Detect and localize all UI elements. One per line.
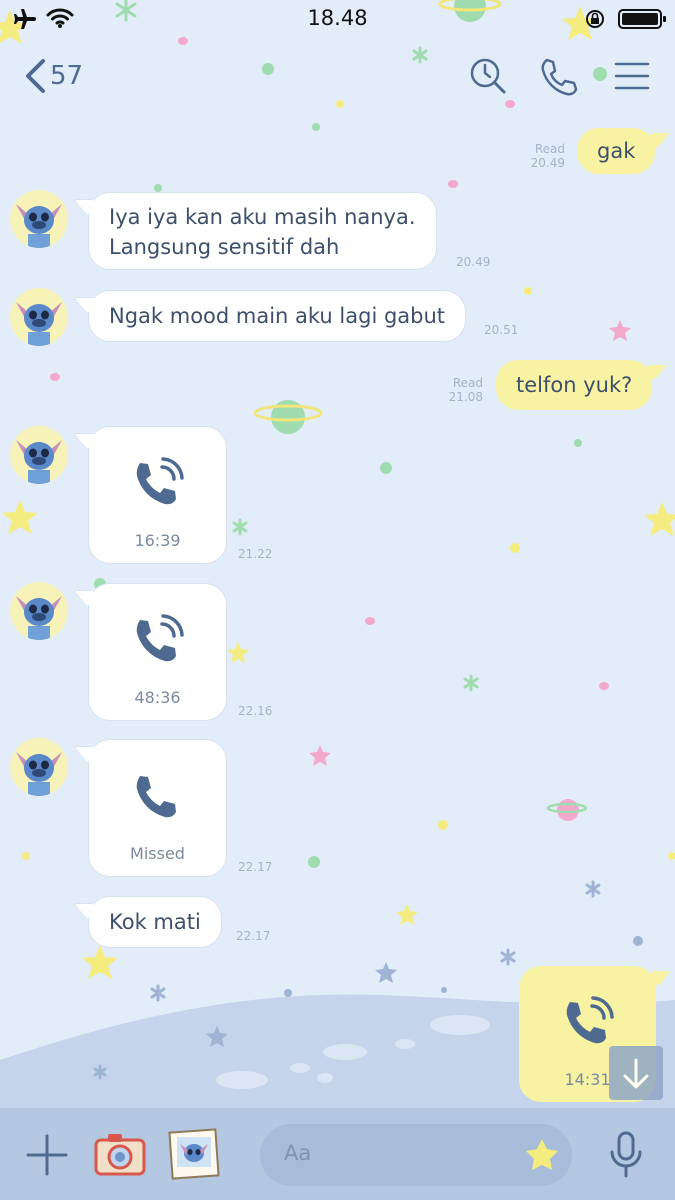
read-receipt: Read — [534, 142, 565, 156]
chat-header: 57 — [0, 40, 675, 110]
phone-missed-icon — [136, 776, 176, 818]
arrow-down-icon — [623, 1058, 649, 1089]
clock-search-icon[interactable] — [468, 56, 508, 96]
message-time: 22.17 — [236, 929, 271, 943]
call-duration: 16:39 — [134, 531, 181, 550]
star-icon[interactable] — [524, 1137, 560, 1173]
rotation-lock-icon — [586, 10, 604, 28]
message-time: 21.22 — [238, 547, 273, 561]
phone-call-icon — [566, 996, 614, 1044]
incoming-message-bubble[interactable]: Ngak mood main aku lagi gabut — [88, 290, 467, 342]
contact-avatar[interactable] — [10, 288, 68, 346]
message-text: Ngak mood main aku lagi gabut — [109, 304, 446, 328]
message-time: 20.49 — [456, 255, 491, 269]
incoming-message-bubble[interactable]: Kok mati — [88, 896, 222, 948]
battery-icon — [618, 9, 666, 29]
message-text: Langsung sensitif dah — [109, 235, 340, 259]
message-text: gak — [597, 139, 636, 163]
unread-count: 57 — [50, 61, 84, 91]
message-text: Iya iya kan aku masih nanya. — [109, 205, 416, 229]
phone-call-icon — [136, 457, 184, 505]
stitch-avatar-icon — [16, 752, 62, 796]
message-time: 20.51 — [484, 323, 519, 337]
call-status: Missed — [130, 844, 185, 863]
photo-icon[interactable] — [168, 1128, 220, 1180]
camera-icon[interactable] — [94, 1132, 146, 1178]
message-text: telfon yuk? — [516, 373, 633, 397]
message-meta: Read 20.49 — [505, 142, 565, 170]
message-input-placeholder: Aa — [284, 1141, 312, 1165]
composer-bar: Aa — [0, 1108, 675, 1200]
stitch-avatar-icon — [16, 302, 62, 346]
scroll-to-bottom-button[interactable] — [609, 1046, 663, 1100]
back-chevron-icon — [26, 59, 45, 93]
message-time: 22.16 — [238, 704, 273, 718]
incoming-message-bubble[interactable]: Iya iya kan aku masih nanya. Langsung se… — [88, 192, 437, 270]
call-message-card[interactable]: 16:39 — [88, 426, 227, 564]
message-meta: Read 21.08 — [428, 376, 483, 404]
message-time: 20.49 — [530, 156, 565, 170]
call-message-card[interactable]: 48:36 — [88, 583, 227, 721]
stitch-avatar-icon — [16, 440, 62, 484]
contact-avatar[interactable] — [10, 426, 68, 484]
contact-avatar[interactable] — [10, 190, 68, 248]
call-message-card[interactable]: Missed — [88, 739, 227, 877]
stitch-avatar-icon — [16, 204, 62, 248]
outgoing-message-bubble[interactable]: gak — [577, 128, 656, 174]
status-time: 18.48 — [307, 6, 368, 30]
planet-decoration — [253, 0, 588, 821]
message-text: Kok mati — [109, 910, 201, 934]
phone-icon[interactable] — [538, 56, 578, 96]
message-time: 22.17 — [238, 860, 273, 874]
status-bar: 18.48 — [0, 0, 675, 40]
message-input[interactable]: Aa — [260, 1124, 572, 1186]
message-time: 21.08 — [448, 390, 483, 404]
stitch-avatar-icon — [16, 596, 62, 640]
call-duration: 48:36 — [134, 688, 181, 707]
menu-icon[interactable] — [612, 56, 652, 96]
back-button[interactable]: 57 — [24, 58, 83, 94]
contact-avatar[interactable] — [10, 738, 68, 796]
plus-icon[interactable] — [26, 1134, 68, 1176]
mic-icon[interactable] — [606, 1130, 646, 1180]
read-receipt: Read — [452, 376, 483, 390]
outgoing-message-bubble[interactable]: telfon yuk? — [496, 360, 653, 410]
phone-call-icon — [136, 614, 184, 662]
contact-avatar[interactable] — [10, 582, 68, 640]
